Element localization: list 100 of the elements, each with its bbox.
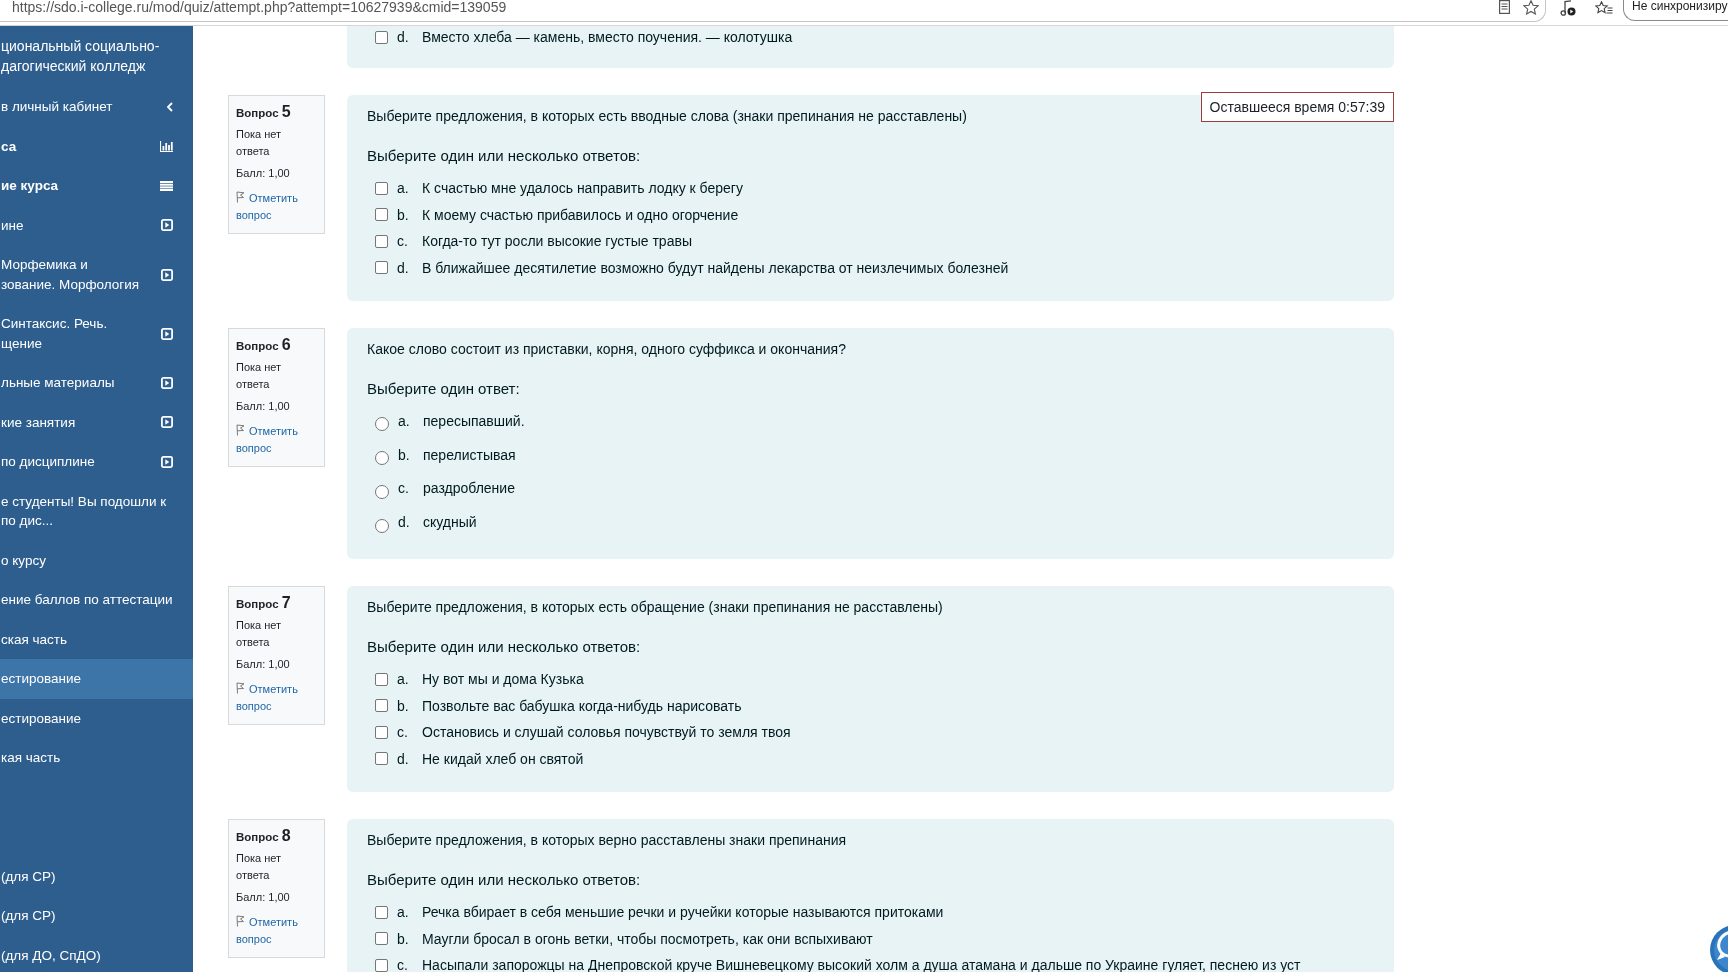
sync-button[interactable]: Не синхронизиру	[1623, 0, 1728, 21]
sidebar-item[interactable]: естирование	[0, 698, 193, 738]
answer-text: пересыпавший.	[423, 412, 525, 429]
flag-icon	[236, 191, 245, 203]
radio-button[interactable]	[375, 417, 389, 432]
chevron-left-icon	[166, 101, 173, 112]
sidebar-item[interactable]: Синтаксис. Речь. щение	[0, 304, 193, 363]
checkbox[interactable]	[375, 261, 388, 275]
play-square-icon	[161, 416, 173, 429]
question-number: Вопрос 6	[236, 336, 292, 355]
option-letter: c.	[398, 480, 410, 497]
sidebar-item[interactable]: о курсу	[0, 540, 193, 580]
answer-text: Позвольте вас бабушка когда-нибудь нарисовать	[422, 697, 742, 714]
play-square-icon	[161, 455, 173, 468]
sidebar-item[interactable]: Морфемика и зование. Морфология	[0, 245, 193, 304]
music-note-icon[interactable]	[1560, 0, 1576, 16]
radio-button[interactable]	[375, 484, 389, 499]
college-name: циональный социально- дагогический колледж	[0, 37, 161, 76]
checkbox[interactable]	[375, 725, 388, 739]
checkbox[interactable]	[375, 932, 388, 946]
answer-text: В ближайшее десятилетие возможно будут найдены лекарства от неизлечимых болезней	[422, 259, 1009, 276]
question-text: Выберите предложения, в которых верно расставлены знаки препинания	[367, 831, 847, 850]
checkbox[interactable]	[375, 234, 388, 248]
question-score: Балл: 1,00	[236, 166, 291, 181]
option-letter: c.	[397, 957, 409, 972]
checkbox[interactable]	[375, 958, 388, 972]
checkbox[interactable]	[375, 905, 388, 919]
answer-text: Ну вот мы и дома Кузька	[422, 671, 584, 688]
answer-text: К счастью мне удалось направить лодку к берегу	[422, 180, 743, 197]
answer-prompt: Выберите один ответ:	[367, 379, 520, 399]
option-letter: b.	[397, 206, 410, 223]
option-letter: c.	[397, 233, 409, 250]
sidebar-item[interactable]: кая часть	[0, 738, 193, 778]
option-letter: a.	[397, 904, 410, 921]
checkbox[interactable]	[375, 752, 388, 766]
sidebar-item[interactable]: е студенты! Вы подошли к по дис...	[0, 481, 193, 541]
answer-text: Когда-то тут росли высокие густые травы	[422, 233, 692, 250]
question-score: Балл: 1,00	[236, 399, 291, 414]
question-status: Пока нет ответа	[236, 127, 283, 159]
sidebar-item[interactable]: естирование	[0, 659, 193, 699]
favorites-icon[interactable]	[1595, 1, 1613, 15]
address-bar[interactable]: https://sdo.i-college.ru/mod/quiz/attempt.php?attempt=10627939&cmid=139059	[0, 0, 1546, 22]
answer-text: Остановись и слушай соловья почувствуй то земля твоя	[422, 724, 791, 741]
question-status: Пока нет ответа	[236, 618, 283, 650]
play-square-icon	[161, 376, 173, 389]
answer-text: Вместо хлеба — камень, вместо поучения. — колотушка	[422, 29, 793, 45]
play-square-icon	[161, 327, 173, 340]
sidebar-item[interactable]: ская часть	[0, 619, 193, 659]
bar-chart-icon	[160, 140, 173, 152]
sidebar-item[interactable]: льные материалы	[0, 363, 193, 403]
checkbox[interactable]	[375, 30, 388, 44]
timer-box: Оставшееся время 0:57:39	[1200, 92, 1394, 122]
answer-text: скудный	[423, 514, 477, 531]
option-letter: c.	[397, 724, 409, 741]
checkbox[interactable]	[375, 672, 388, 686]
answer-text: Маугли бросал в огонь ветки, чтобы посмотреть, как они вспыхивают	[422, 930, 873, 947]
answer-prompt: Выберите один или несколько ответов:	[367, 146, 641, 166]
flag-question-link[interactable]: Отметить вопрос	[236, 681, 314, 715]
option-letter: d.	[397, 750, 410, 767]
question-score: Балл: 1,00	[236, 890, 291, 905]
option-letter: a.	[397, 180, 410, 197]
option-letter: a.	[397, 671, 410, 688]
sidebar-item[interactable]: в личный кабинет	[0, 87, 193, 127]
question-text: Выберите предложения, в которых есть обращение (знаки препинания не расставлены)	[367, 598, 943, 617]
checkbox[interactable]	[375, 699, 388, 713]
sidebar-item[interactable]: по дисциплине	[0, 442, 193, 482]
play-square-icon	[161, 219, 173, 232]
play-square-icon	[161, 268, 173, 281]
option-letter: d.	[397, 259, 410, 276]
answer-prompt: Выберите один или несколько ответов:	[367, 870, 641, 890]
document-icon[interactable]	[1499, 0, 1510, 14]
question-score: Балл: 1,00	[236, 657, 291, 672]
answer-text: Не кидай хлеб он святой	[422, 750, 584, 767]
flag-question-link[interactable]: Отметить вопрос	[236, 914, 314, 948]
answer-text: Речка вбирает в себя меньшие речки и ручейки которые называются притоками	[422, 904, 944, 921]
sidebar-item[interactable]: са	[0, 126, 193, 166]
flag-question-link[interactable]: Отметить вопрос	[236, 190, 314, 224]
checkbox[interactable]	[375, 181, 388, 195]
question-text: Какое слово состоит из приставки, корня, одного суффикса и окончания?	[367, 340, 846, 359]
sidebar-item[interactable]: (для СР)	[0, 896, 193, 936]
sidebar-item[interactable]: (для ДО, СпДО)	[0, 935, 193, 972]
radio-button[interactable]	[375, 518, 389, 533]
question-status: Пока нет ответа	[236, 360, 283, 392]
option-letter: b.	[397, 697, 410, 714]
radio-button[interactable]	[375, 451, 389, 466]
sidebar-item[interactable]: ие курса	[0, 166, 193, 206]
sidebar-item[interactable]: ине	[0, 205, 193, 245]
answer-text: раздробление	[423, 480, 515, 497]
sidebar-item[interactable]: кие занятия	[0, 402, 193, 442]
checkbox[interactable]	[375, 208, 388, 222]
answer-text: К моему счастью прибавилось и одно огорчение	[422, 206, 739, 223]
sidebar-item[interactable]: ение баллов по аттестации	[0, 580, 193, 620]
star-icon[interactable]	[1523, 0, 1539, 15]
question-number: Вопрос 8	[236, 827, 292, 846]
question-number: Вопрос 7	[236, 594, 292, 613]
list-icon	[160, 180, 173, 191]
option-letter: b.	[398, 446, 411, 463]
sidebar-item[interactable]: (для СР)	[0, 856, 193, 896]
flag-question-link[interactable]: Отметить вопрос	[236, 423, 314, 457]
chat-icon[interactable]	[1708, 924, 1728, 972]
